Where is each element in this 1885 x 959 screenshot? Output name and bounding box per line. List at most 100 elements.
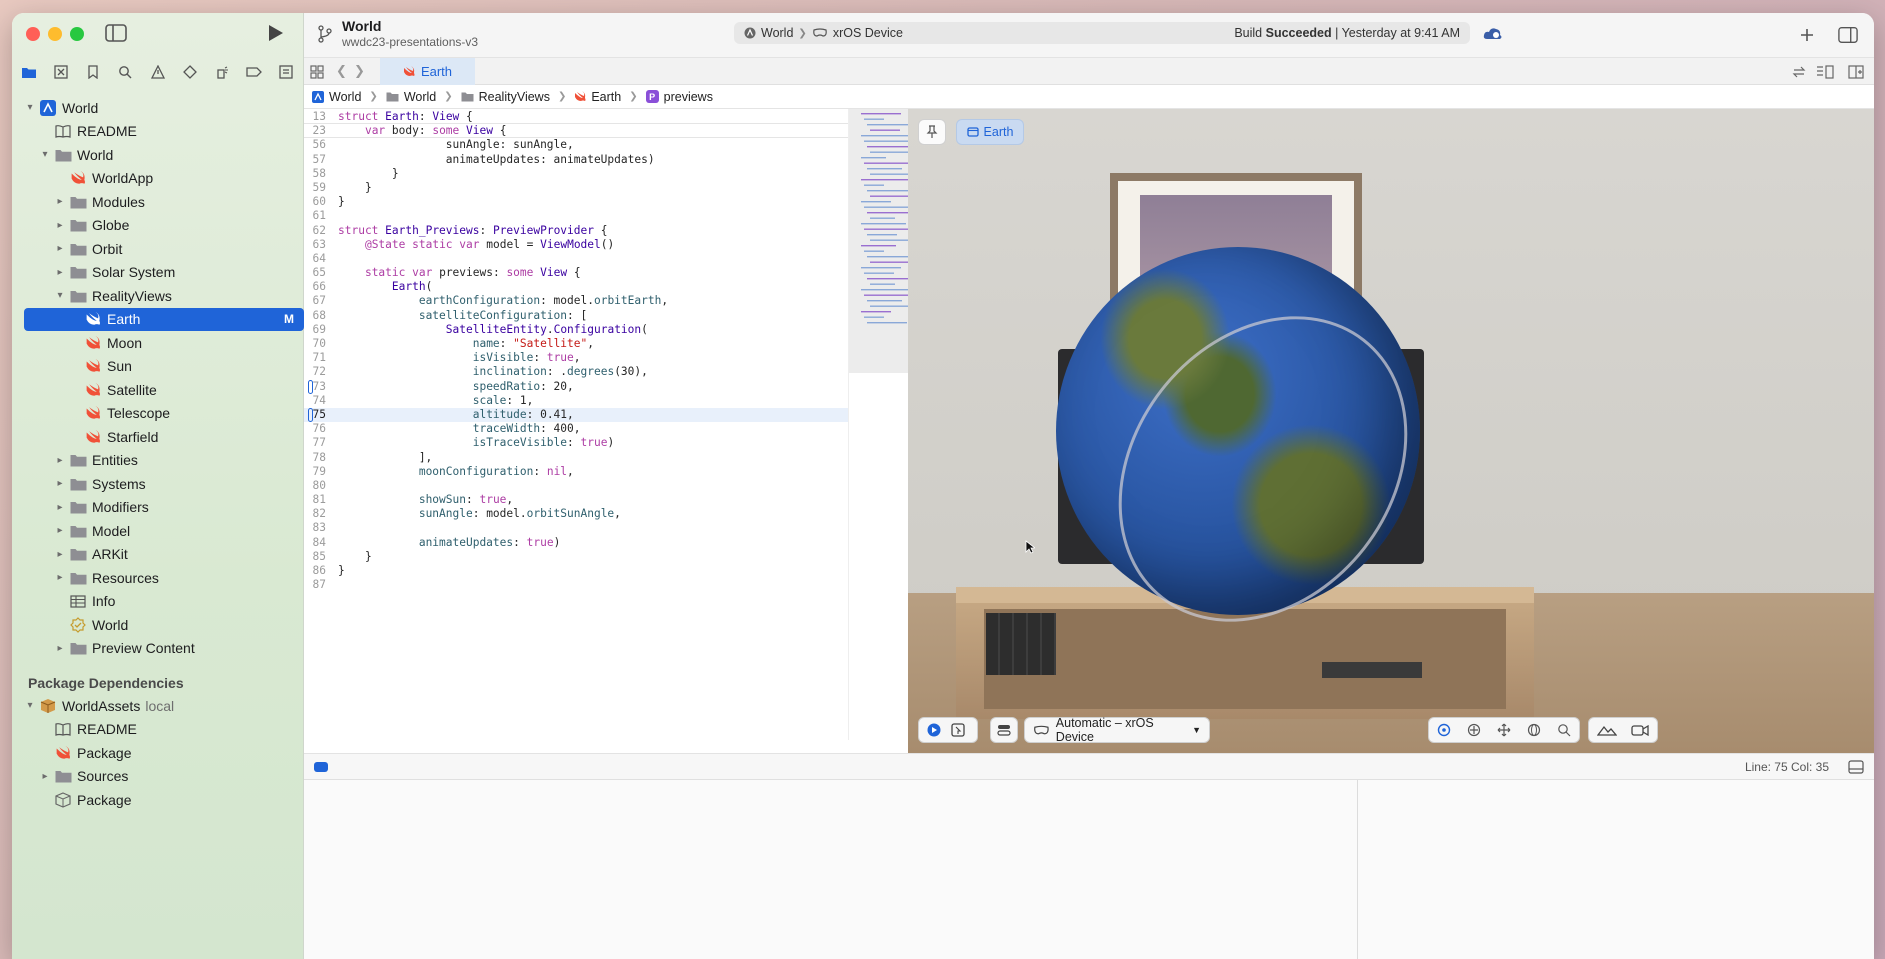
tab-earth[interactable]: Earth [380,58,475,85]
sticky-header-line[interactable]: 13 struct Earth: View { [304,110,848,125]
split-editor-icon[interactable] [1848,65,1864,79]
line-number[interactable]: 78 [304,451,338,465]
run-icon[interactable] [264,22,286,44]
line-number[interactable]: 80 [304,479,338,493]
breadcrumb-file-earth[interactable]: Earth [574,90,621,104]
inspector-toggle-icon[interactable] [1838,26,1858,44]
line-number[interactable]: 74 [304,394,338,408]
preview-device-selector[interactable]: Automatic – xrOS Device ▼ [1024,716,1210,744]
code-line[interactable]: 73 speedRatio: 20, [304,379,848,394]
disclosure-open-icon[interactable]: ▾ [24,700,36,711]
issues-tab[interactable] [147,62,169,82]
navigator-item[interactable]: Starfield [24,425,304,449]
code-line[interactable]: 69 SatelliteEntity.Configuration( [304,323,848,337]
forward-icon[interactable]: ❯ [354,63,365,79]
navigator-item[interactable]: ▸ Sources [24,765,304,789]
navigator-item[interactable]: ▸ Solar System [24,261,304,285]
navigator-item[interactable]: Package [24,741,304,765]
code-line[interactable]: 81 showSun: true, [304,493,848,507]
disclosure-closed-icon[interactable]: ▸ [54,243,66,254]
preview-canvas[interactable]: Earth Automatic – xrOS Device ▼ [908,109,1874,753]
code-line[interactable]: 76 traceWidth: 400, [304,422,848,436]
line-number[interactable]: 85 [304,550,338,564]
code-line[interactable]: 65 static var previews: some View { [304,266,848,280]
add-icon[interactable] [1797,26,1817,44]
disclosure-closed-icon[interactable]: ▸ [54,502,66,513]
close-window-button[interactable] [26,27,40,41]
navigator-item[interactable]: ▸ Entities [24,449,304,473]
navigator-item[interactable]: ▾ RealityViews [24,284,304,308]
pan-camera-icon[interactable] [1497,723,1511,737]
navigator-item[interactable]: ▾ WorldAssets local [24,694,304,718]
disclosure-closed-icon[interactable]: ▸ [54,478,66,489]
line-number[interactable]: 79 [304,465,338,479]
camera-icon[interactable] [1631,723,1649,737]
code-line[interactable]: 75 altitude: 0.41, [304,407,848,423]
navigator-item[interactable]: ▸ Globe [24,214,304,238]
line-number[interactable]: 68 [304,309,338,323]
code-line[interactable]: 60} [304,195,848,209]
code-line[interactable]: 61 [304,209,848,223]
code-line[interactable]: 85 } [304,550,848,564]
disclosure-closed-icon[interactable]: ▸ [54,549,66,560]
navigator-item[interactable]: ▾ World [24,96,304,120]
code-line[interactable]: 67 earthConfiguration: model.orbitEarth, [304,294,848,308]
navigator-item[interactable]: World [24,613,304,637]
navigator-item[interactable]: ▾ World [24,143,304,167]
line-number[interactable]: 87 [304,578,338,592]
preview-variants-button[interactable] [990,717,1018,743]
line-number[interactable]: 59 [304,181,338,195]
scheme-selector[interactable]: World ❯ xrOS Device [744,26,903,40]
line-number[interactable]: 77 [304,436,338,450]
back-icon[interactable]: ❮ [336,63,347,79]
line-number[interactable]: 83 [304,521,338,535]
navigator-item[interactable]: ▸ Orbit [24,237,304,261]
debug-area-toggle-icon[interactable] [314,762,328,772]
tests-tab[interactable] [179,62,201,82]
line-number[interactable]: 82 [304,507,338,521]
disclosure-closed-icon[interactable]: ▸ [54,643,66,654]
branch-icon[interactable] [318,25,332,43]
pin-preview-button[interactable] [918,119,946,145]
disclosure-closed-icon[interactable]: ▸ [54,220,66,231]
navigator-item[interactable]: ▸ ARKit [24,543,304,567]
navigator-item[interactable]: ▸ Preview Content [24,637,304,661]
line-number[interactable]: 60 [304,195,338,209]
code-line[interactable]: 77 isTraceVisible: true) [304,436,848,450]
line-number[interactable]: 62 [304,224,338,238]
code-line[interactable]: 80 [304,479,848,493]
cloud-status-icon[interactable] [1483,25,1503,43]
line-number[interactable]: 70 [304,337,338,351]
preview-earth-chip[interactable]: Earth [956,119,1024,145]
code-line[interactable]: 66 Earth( [304,280,848,294]
breadcrumb-project[interactable]: World [312,90,361,104]
debug-area-divider[interactable] [1357,780,1358,959]
code-line[interactable]: 83 [304,521,848,535]
code-line[interactable]: 71 isVisible: true, [304,351,848,365]
breadcrumb-group-world[interactable]: World [386,90,436,104]
line-number[interactable]: 86 [304,564,338,578]
line-number[interactable]: 58 [304,167,338,181]
grid-icon[interactable] [310,65,324,79]
line-number[interactable]: 71 [304,351,338,365]
line-number[interactable]: 76 [304,422,338,436]
line-number[interactable]: 57 [304,153,338,167]
reports-tab[interactable] [275,62,297,82]
line-number[interactable]: 61 [304,209,338,223]
disclosure-closed-icon[interactable]: ▸ [54,196,66,207]
rotate-camera-icon[interactable] [1527,723,1541,737]
navigator-item[interactable]: ▸ Modifiers [24,496,304,520]
breadcrumb-group-realityviews[interactable]: RealityViews [461,90,550,104]
debug-area[interactable] [304,779,1874,959]
code-line[interactable]: 57 animateUpdates: animateUpdates) [304,153,848,167]
line-number[interactable]: 69 [304,323,338,337]
code-line[interactable]: 78 ], [304,451,848,465]
code-line[interactable]: 86} [304,564,848,578]
breakpoints-tab[interactable] [243,62,265,82]
code-line[interactable]: 68 satelliteConfiguration: [ [304,309,848,323]
editor-options-icon[interactable] [1816,65,1834,79]
disclosure-closed-icon[interactable]: ▸ [39,771,51,782]
line-number[interactable]: 23 [304,124,338,137]
line-number[interactable]: 81 [304,493,338,507]
disclosure-open-icon[interactable]: ▾ [54,290,66,301]
